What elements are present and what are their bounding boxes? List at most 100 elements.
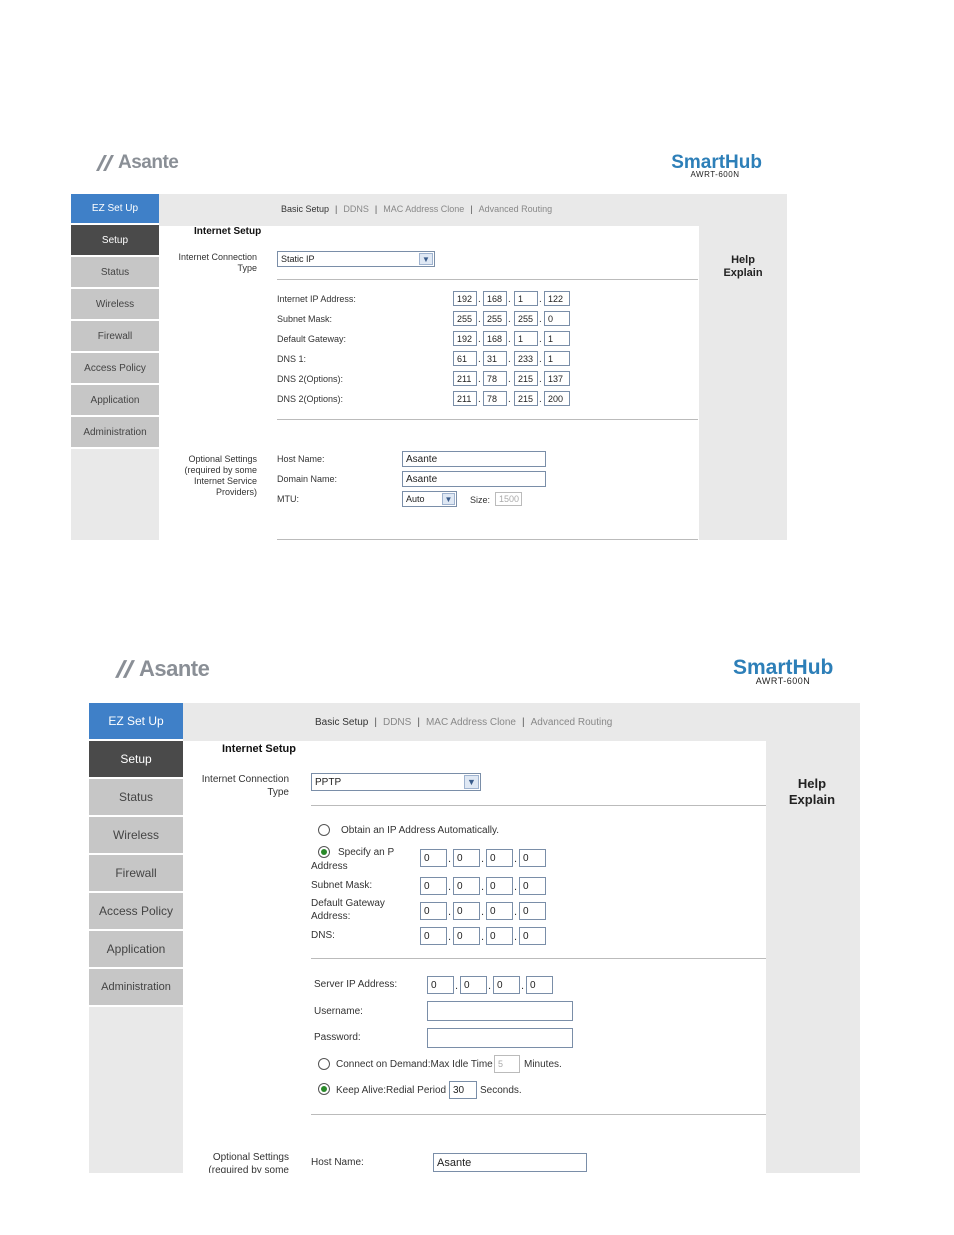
ip-octet-input[interactable]: 0 (486, 849, 513, 867)
ip-octet-input[interactable]: 211 (453, 391, 477, 406)
ip-octet-input[interactable]: 0 (420, 849, 447, 867)
ip-octet-input[interactable]: 0 (453, 902, 480, 920)
tab-separator: | (470, 204, 473, 214)
sidebar-item-application[interactable]: Application (89, 931, 183, 969)
ip-octet-input[interactable]: 255 (453, 311, 477, 326)
sidebar-item-access-policy[interactable]: Access Policy (89, 893, 183, 931)
octet-dot: . (448, 881, 452, 893)
ip-octet-input[interactable]: 0 (493, 976, 520, 994)
ip-octet-input[interactable]: 0 (486, 927, 513, 945)
tab-ddns[interactable]: DDNS (343, 204, 369, 214)
tab-advanced-routing[interactable]: Advanced Routing (479, 204, 553, 214)
ip-octet-input[interactable]: 0 (519, 902, 546, 920)
ip-octet-input[interactable]: 0 (420, 927, 447, 945)
ip-octet-input[interactable]: 0 (519, 877, 546, 895)
tab-basic-setup[interactable]: Basic Setup (315, 717, 368, 728)
password-input[interactable] (427, 1028, 573, 1048)
tab-basic-setup[interactable]: Basic Setup (281, 204, 329, 214)
keep-alive-radio[interactable] (318, 1083, 330, 1095)
chevron-down-icon[interactable]: ▼ (419, 253, 433, 265)
ip-octet-input[interactable]: 137 (544, 371, 570, 386)
host-name-input[interactable]: Asante (433, 1153, 587, 1172)
password-label: Password: (314, 1032, 361, 1043)
ip-octet-input[interactable]: 0 (453, 927, 480, 945)
ip-octet-input[interactable]: 0 (544, 311, 570, 326)
ip-octet-input[interactable]: 255 (483, 311, 507, 326)
sidebar-item-administration[interactable]: Administration (71, 417, 159, 449)
connection-type-select[interactable]: PPTP ▼ (311, 773, 481, 791)
connection-type-select[interactable]: Static IP ▼ (277, 251, 435, 267)
octet-dot: . (481, 881, 485, 893)
sidebar-item-setup[interactable]: Setup (89, 741, 183, 779)
ip-octet-input[interactable]: 211 (453, 371, 477, 386)
host-name-input[interactable]: Asante (402, 451, 546, 467)
ip-octet-input[interactable]: 61 (453, 351, 477, 366)
ip-octet-input[interactable]: 0 (427, 976, 454, 994)
ip-octet-input[interactable]: 168 (483, 331, 507, 346)
ip-octet-input[interactable]: 0 (526, 976, 553, 994)
sidebar-item-access-policy[interactable]: Access Policy (71, 353, 159, 385)
ip-octet-input[interactable]: 255 (514, 311, 538, 326)
ip-octet-input[interactable]: 215 (514, 371, 538, 386)
tab-advanced-routing[interactable]: Advanced Routing (531, 717, 613, 728)
redial-period-input[interactable]: 30 (449, 1081, 477, 1099)
ip-octet-input[interactable]: 0 (420, 877, 447, 895)
ip-row-label: DNS 1: (277, 354, 307, 364)
sidebar-item-ez-setup[interactable]: EZ Set Up (71, 194, 159, 225)
ip-octet-input[interactable]: 31 (483, 351, 507, 366)
chevron-down-icon[interactable]: ▼ (464, 775, 479, 789)
ip-octet-input[interactable]: 192 (453, 291, 477, 306)
chevron-down-icon[interactable]: ▼ (442, 493, 455, 505)
ip-octet-input[interactable]: 168 (483, 291, 507, 306)
sidebar-item-setup[interactable]: Setup (71, 225, 159, 257)
sidebar-item-status[interactable]: Status (89, 779, 183, 817)
ip-octet-input[interactable]: 200 (544, 391, 570, 406)
ip-octet-input[interactable]: 1 (544, 331, 570, 346)
ip-octet-input[interactable]: 0 (420, 902, 447, 920)
mtu-select[interactable]: Auto ▼ (402, 491, 457, 507)
connect-on-demand-radio[interactable] (318, 1058, 330, 1070)
ip-octet-input[interactable]: 233 (514, 351, 538, 366)
ip-octet-input[interactable]: 122 (544, 291, 570, 306)
sidebar-item-status[interactable]: Status (71, 257, 159, 289)
sidebar-item-firewall[interactable]: Firewall (71, 321, 159, 353)
ip-octet-input[interactable]: 1 (544, 351, 570, 366)
ip-octet-input[interactable]: 0 (453, 849, 480, 867)
tab-mac-address-clone[interactable]: MAC Address Clone (426, 717, 516, 728)
sidebar-item-ez-setup[interactable]: EZ Set Up (89, 703, 183, 741)
ip-octet-input[interactable]: 0 (486, 902, 513, 920)
mtu-size-input[interactable]: 1500 (495, 492, 522, 506)
ip-octet-input[interactable]: 0 (460, 976, 487, 994)
host-name-label: Host Name: (311, 1157, 364, 1168)
help-link[interactable]: Help (779, 776, 845, 792)
ip-octet-input[interactable]: 0 (519, 849, 546, 867)
username-input[interactable] (427, 1001, 573, 1021)
tab-ddns[interactable]: DDNS (383, 717, 411, 728)
specify-ip-radio[interactable] (318, 846, 330, 858)
help-link[interactable]: Help (711, 254, 775, 267)
ip-octet-input[interactable]: 0 (453, 877, 480, 895)
explain-link[interactable]: Explain (711, 267, 775, 280)
sidebar-item-firewall[interactable]: Firewall (89, 855, 183, 893)
ip-octet-input[interactable]: 78 (483, 371, 507, 386)
tab-mac-address-clone[interactable]: MAC Address Clone (383, 204, 464, 214)
sidebar-item-application[interactable]: Application (71, 385, 159, 417)
divider (311, 958, 766, 959)
ip-octet-input[interactable]: 1 (514, 331, 538, 346)
ip-octet-input[interactable]: 0 (519, 927, 546, 945)
max-idle-time-input[interactable]: 5 (494, 1055, 520, 1073)
domain-name-input[interactable]: Asante (402, 471, 546, 487)
ip-octet-input[interactable]: 78 (483, 391, 507, 406)
ip-octet-input[interactable]: 1 (514, 291, 538, 306)
explain-link[interactable]: Explain (779, 792, 845, 808)
sidebar-filler (89, 1007, 183, 1173)
specify-ip-label-line2: Address (311, 861, 348, 872)
ip-octet-input[interactable]: 0 (486, 877, 513, 895)
sidebar-item-wireless[interactable]: Wireless (89, 817, 183, 855)
sidebar-item-administration[interactable]: Administration (89, 969, 183, 1007)
ip-octet-input[interactable]: 192 (453, 331, 477, 346)
obtain-ip-radio[interactable] (318, 824, 330, 836)
sidebar-item-wireless[interactable]: Wireless (71, 289, 159, 321)
ip-octet-input[interactable]: 215 (514, 391, 538, 406)
conn-type-label-line1: Internet Connection (178, 252, 257, 262)
